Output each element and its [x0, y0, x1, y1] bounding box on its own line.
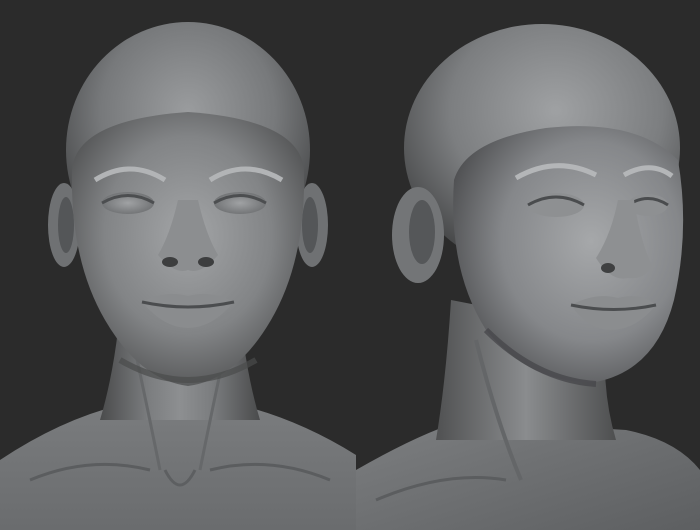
- sculpt-viewport: [0, 0, 700, 530]
- front-view-panel: [0, 0, 356, 530]
- front-head-render: [0, 22, 356, 530]
- three-quarter-head-render: [356, 24, 700, 530]
- front-shoulders: [0, 405, 356, 530]
- three-quarter-view-panel: [356, 0, 700, 530]
